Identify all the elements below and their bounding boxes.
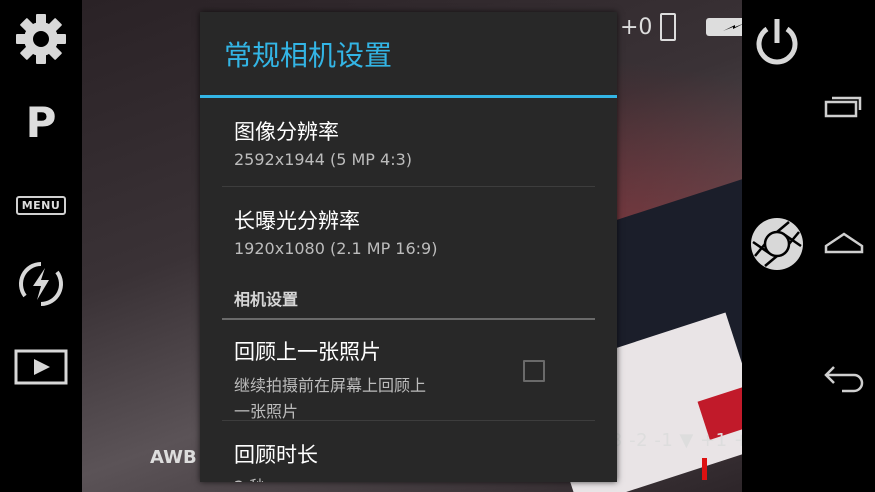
flash-auto-icon xyxy=(13,256,69,316)
review-checkbox[interactable] xyxy=(523,360,545,382)
pref-summary: 2592x1944 (5 MP 4:3) xyxy=(234,150,413,169)
menu-button[interactable]: MENU xyxy=(13,190,69,220)
power-icon xyxy=(753,17,801,71)
left-control-bar: P MENU xyxy=(0,0,82,492)
pref-title: 图像分辨率 xyxy=(234,120,339,144)
shutter-icon xyxy=(749,216,805,276)
general-camera-settings-dialog: 常规相机设置 图像分辨率 2592x1944 (5 MP 4:3) 长曝光分辨率… xyxy=(200,12,617,482)
pref-title: 长曝光分辨率 xyxy=(234,209,360,233)
pref-summary: 1920x1080 (2.1 MP 16:9) xyxy=(234,239,438,258)
image-resolution-item[interactable]: 图像分辨率 2592x1944 (5 MP 4:3) xyxy=(222,98,595,187)
gear-icon xyxy=(14,12,68,70)
recent-apps-button[interactable] xyxy=(824,88,864,128)
pref-title: 回顾时长 xyxy=(234,443,318,467)
long-exposure-resolution-item[interactable]: 长曝光分辨率 1920x1080 (2.1 MP 16:9) xyxy=(222,187,595,276)
back-button[interactable] xyxy=(824,360,864,400)
mode-p-label: P xyxy=(25,98,57,147)
shutter-button[interactable] xyxy=(748,216,806,276)
pref-summary: 一张照片 xyxy=(234,402,299,421)
home-button[interactable] xyxy=(824,224,864,264)
exposure-indicator: +0 xyxy=(620,14,653,40)
flash-mode-button[interactable] xyxy=(13,258,69,314)
menu-label: MENU xyxy=(15,195,67,215)
review-last-photo-item[interactable]: 回顾上一张照片 继续拍摄前在屏幕上回顾上 一张照片 xyxy=(222,320,595,421)
back-icon xyxy=(822,363,866,397)
pref-summary: 2 秒 xyxy=(234,473,583,482)
settings-button[interactable] xyxy=(13,13,69,69)
exposure-marker xyxy=(702,458,707,480)
power-button[interactable] xyxy=(748,16,806,72)
system-nav-bar xyxy=(812,0,875,492)
right-control-bar xyxy=(742,0,812,492)
review-duration-item[interactable]: 回顾时长 2 秒 xyxy=(222,421,595,482)
gallery-button[interactable] xyxy=(13,349,69,389)
mode-button[interactable]: P xyxy=(13,98,69,148)
dialog-title: 常规相机设置 xyxy=(200,12,617,98)
category-header: 相机设置 xyxy=(222,276,595,320)
settings-list[interactable]: 图像分辨率 2592x1944 (5 MP 4:3) 长曝光分辨率 1920x1… xyxy=(200,98,617,482)
white-balance-label[interactable]: AWB xyxy=(150,447,197,468)
battery-icon xyxy=(660,13,677,41)
home-icon xyxy=(824,230,864,258)
recent-apps-icon xyxy=(824,94,864,122)
play-icon xyxy=(14,349,68,389)
